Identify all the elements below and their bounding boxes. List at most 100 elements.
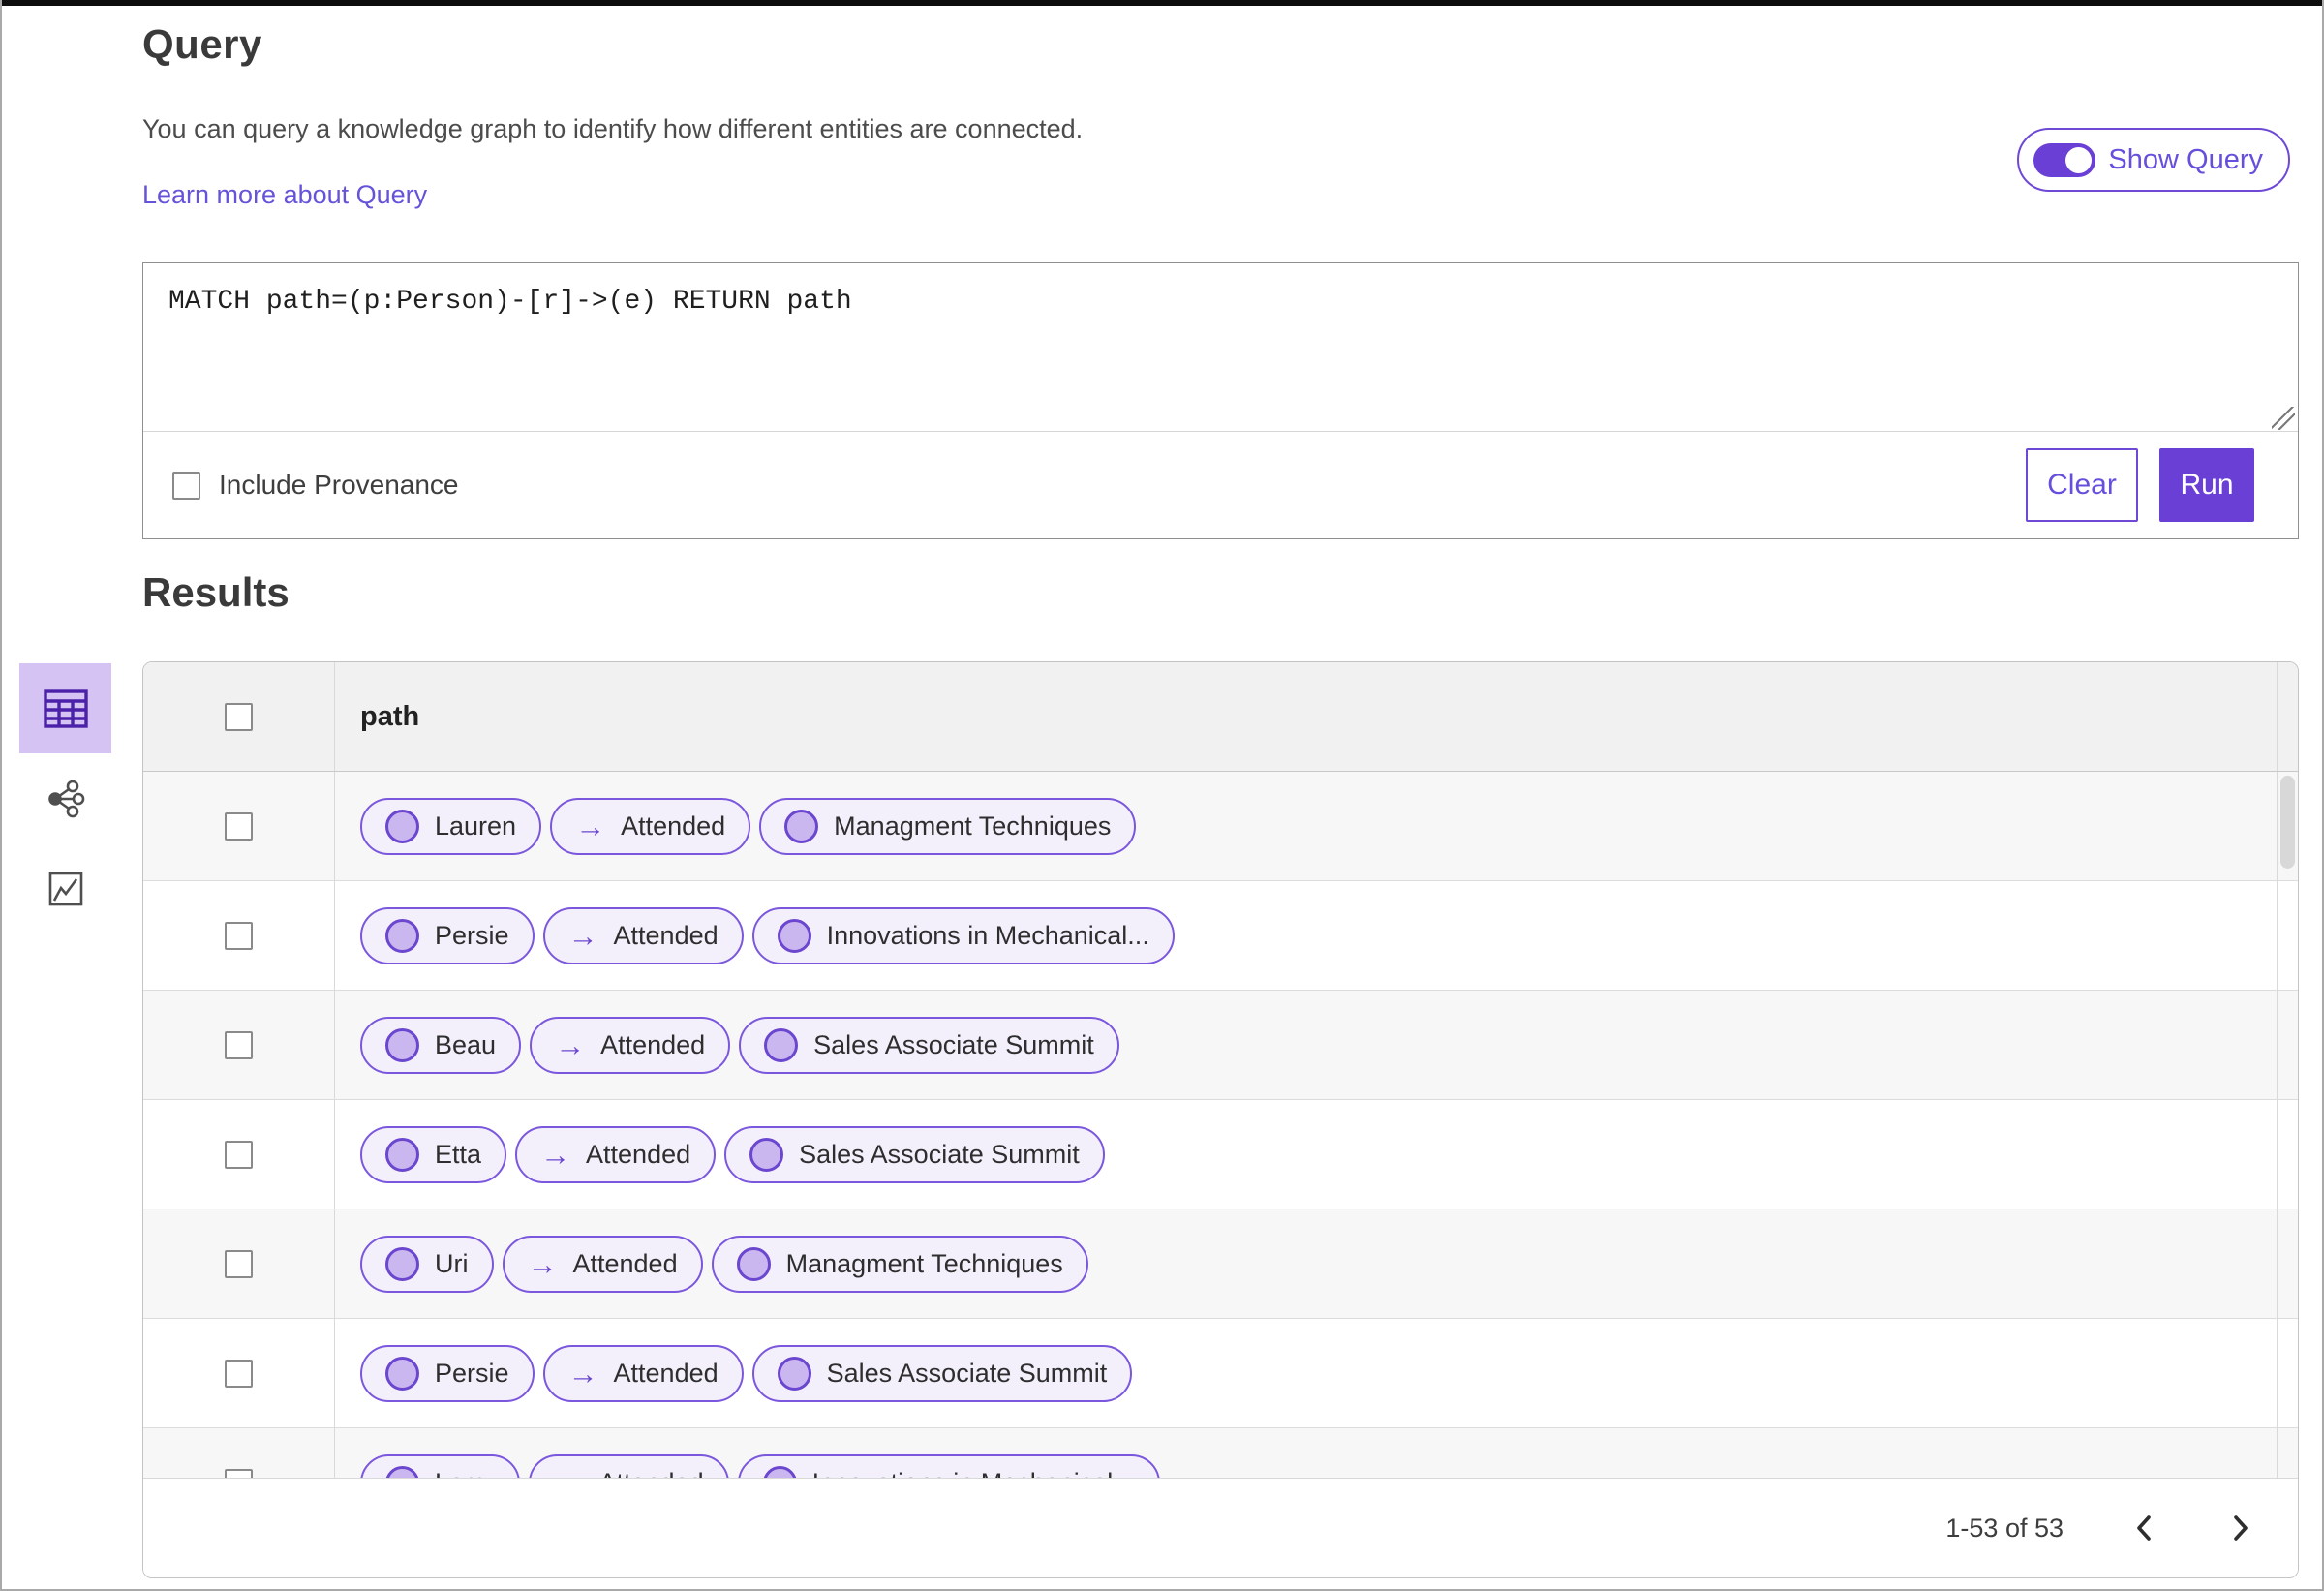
node-icon (764, 1027, 799, 1062)
view-switcher (19, 663, 111, 933)
relation-label: Attended (613, 1358, 719, 1388)
relation-label: Attended (572, 1248, 678, 1278)
entity-pill[interactable]: Sales Associate Summit (724, 1125, 1105, 1183)
node-icon (385, 1137, 419, 1172)
relation-pill[interactable]: → Attended (542, 906, 744, 964)
node-icon (385, 918, 419, 953)
row-checkbox-cell (143, 1428, 335, 1478)
entity-pill[interactable]: Uri (360, 1235, 494, 1293)
node-icon (777, 918, 811, 953)
row-checkbox[interactable] (225, 1468, 253, 1478)
entity-pill[interactable]: Larry (360, 1453, 520, 1478)
scrollbar-track-segment (2277, 881, 2298, 990)
row-path-cell: Uri → Attended Managment Techniques (335, 1209, 2277, 1318)
row-checkbox[interactable] (225, 921, 253, 950)
toggle-knob (2065, 146, 2093, 173)
entity-pill[interactable]: Innovations in Mechanical... (737, 1453, 1160, 1478)
row-checkbox[interactable] (225, 1359, 253, 1388)
include-provenance-checkbox[interactable] (172, 471, 200, 500)
relation-pill[interactable]: → Attended (515, 1125, 717, 1183)
entity-pill[interactable]: Beau (360, 1016, 522, 1074)
row-checkbox-cell (143, 1100, 335, 1209)
node-icon (385, 1465, 419, 1478)
entity-pill[interactable]: Persie (360, 1344, 535, 1402)
previous-page-button[interactable] (2127, 1508, 2160, 1548)
include-provenance-group[interactable]: Include Provenance (172, 470, 459, 501)
entity-pill[interactable]: Lauren (360, 797, 542, 855)
scrollbar-track-segment (2277, 991, 2298, 1099)
clear-button[interactable]: Clear (2026, 448, 2138, 522)
entity-pill[interactable]: Managment Techniques (711, 1235, 1088, 1293)
entity-label: Managment Techniques (785, 1248, 1063, 1278)
table-view-button[interactable] (19, 663, 111, 753)
graph-view-icon (47, 780, 84, 817)
entity-pill[interactable]: Persie (360, 906, 535, 964)
show-query-toggle[interactable]: Show Query (2017, 128, 2290, 192)
scrollbar-track-header (2277, 662, 2298, 771)
entity-label: Sales Associate Summit (826, 1358, 1108, 1388)
toggle-switch-icon[interactable] (2034, 142, 2096, 177)
row-checkbox[interactable] (225, 811, 253, 841)
table-row: Larry → Attended Innovations in Mechanic… (143, 1428, 2298, 1478)
row-checkbox-cell (143, 1209, 335, 1318)
next-page-button[interactable] (2224, 1508, 2257, 1548)
relation-pill[interactable]: → Attended (542, 1344, 744, 1402)
arrow-right-icon: → (540, 1137, 571, 1172)
node-icon (784, 809, 819, 843)
table-row: Persie → Attended Innovations in Mechani… (143, 881, 2298, 991)
select-all-checkbox[interactable] (225, 702, 253, 731)
row-path-cell: Etta → Attended Sales Associate Summit (335, 1100, 2277, 1209)
node-icon (385, 809, 419, 843)
relation-label: Attended (613, 920, 719, 950)
graph-view-button[interactable] (19, 753, 111, 843)
scrollbar-track-segment (2277, 1319, 2298, 1427)
chart-view-button[interactable] (19, 843, 111, 933)
node-icon (749, 1137, 784, 1172)
entity-pill[interactable]: Sales Associate Summit (739, 1016, 1119, 1074)
node-icon (736, 1246, 771, 1281)
query-panel-footer: Include Provenance Clear Run (143, 432, 2298, 538)
results-title: Results (142, 569, 290, 615)
table-view-icon (43, 688, 88, 728)
row-checkbox-cell (143, 1319, 335, 1427)
entity-pill[interactable]: Etta (360, 1125, 507, 1183)
table-header-row: path (143, 662, 2298, 772)
results-rows: Lauren → Attended Managment Techniques P… (143, 772, 2298, 1478)
row-checkbox-cell (143, 881, 335, 990)
relation-pill[interactable]: → Attended (502, 1235, 703, 1293)
entity-label: Persie (435, 1358, 509, 1388)
entity-pill[interactable]: Managment Techniques (759, 797, 1137, 855)
entity-label: Innovations in Mechanical... (826, 920, 1149, 950)
node-icon (385, 1246, 419, 1281)
arrow-right-icon: → (575, 809, 606, 843)
entity-pill[interactable]: Sales Associate Summit (751, 1344, 1133, 1402)
relation-pill[interactable]: → Attended (530, 1016, 731, 1074)
table-footer: 1-53 of 53 (143, 1478, 2298, 1577)
chart-view-icon (48, 872, 82, 905)
node-icon (762, 1465, 797, 1478)
arrow-right-icon: → (554, 1468, 584, 1479)
relation-pill[interactable]: → Attended (550, 797, 751, 855)
relation-label: Attended (621, 811, 726, 841)
row-checkbox[interactable] (225, 1030, 253, 1059)
header-path-cell: path (335, 662, 2277, 771)
entity-label: Beau (435, 1029, 497, 1059)
arrow-right-icon: → (567, 918, 598, 953)
include-provenance-label: Include Provenance (219, 470, 459, 500)
show-query-label: Show Query (2108, 143, 2263, 175)
relation-label: Attended (599, 1468, 704, 1479)
row-path-cell: Persie → Attended Innovations in Mechani… (335, 881, 2277, 990)
row-checkbox[interactable] (225, 1249, 253, 1278)
table-row: Uri → Attended Managment Techniques (143, 1209, 2298, 1319)
run-button[interactable]: Run (2159, 448, 2254, 522)
relation-pill[interactable]: → Attended (528, 1453, 729, 1479)
row-path-cell: Lauren → Attended Managment Techniques (335, 772, 2277, 880)
resize-grip-icon[interactable] (2272, 407, 2295, 430)
scrollbar-thumb[interactable] (2280, 776, 2295, 869)
learn-more-link[interactable]: Learn more about Query (142, 180, 427, 210)
query-panel: MATCH path=(p:Person)-[r]->(e) RETURN pa… (142, 262, 2299, 539)
query-editor[interactable]: MATCH path=(p:Person)-[r]->(e) RETURN pa… (143, 263, 2298, 432)
row-checkbox[interactable] (225, 1140, 253, 1169)
entity-pill[interactable]: Innovations in Mechanical... (751, 906, 1175, 964)
path-column-header: path (360, 700, 420, 732)
